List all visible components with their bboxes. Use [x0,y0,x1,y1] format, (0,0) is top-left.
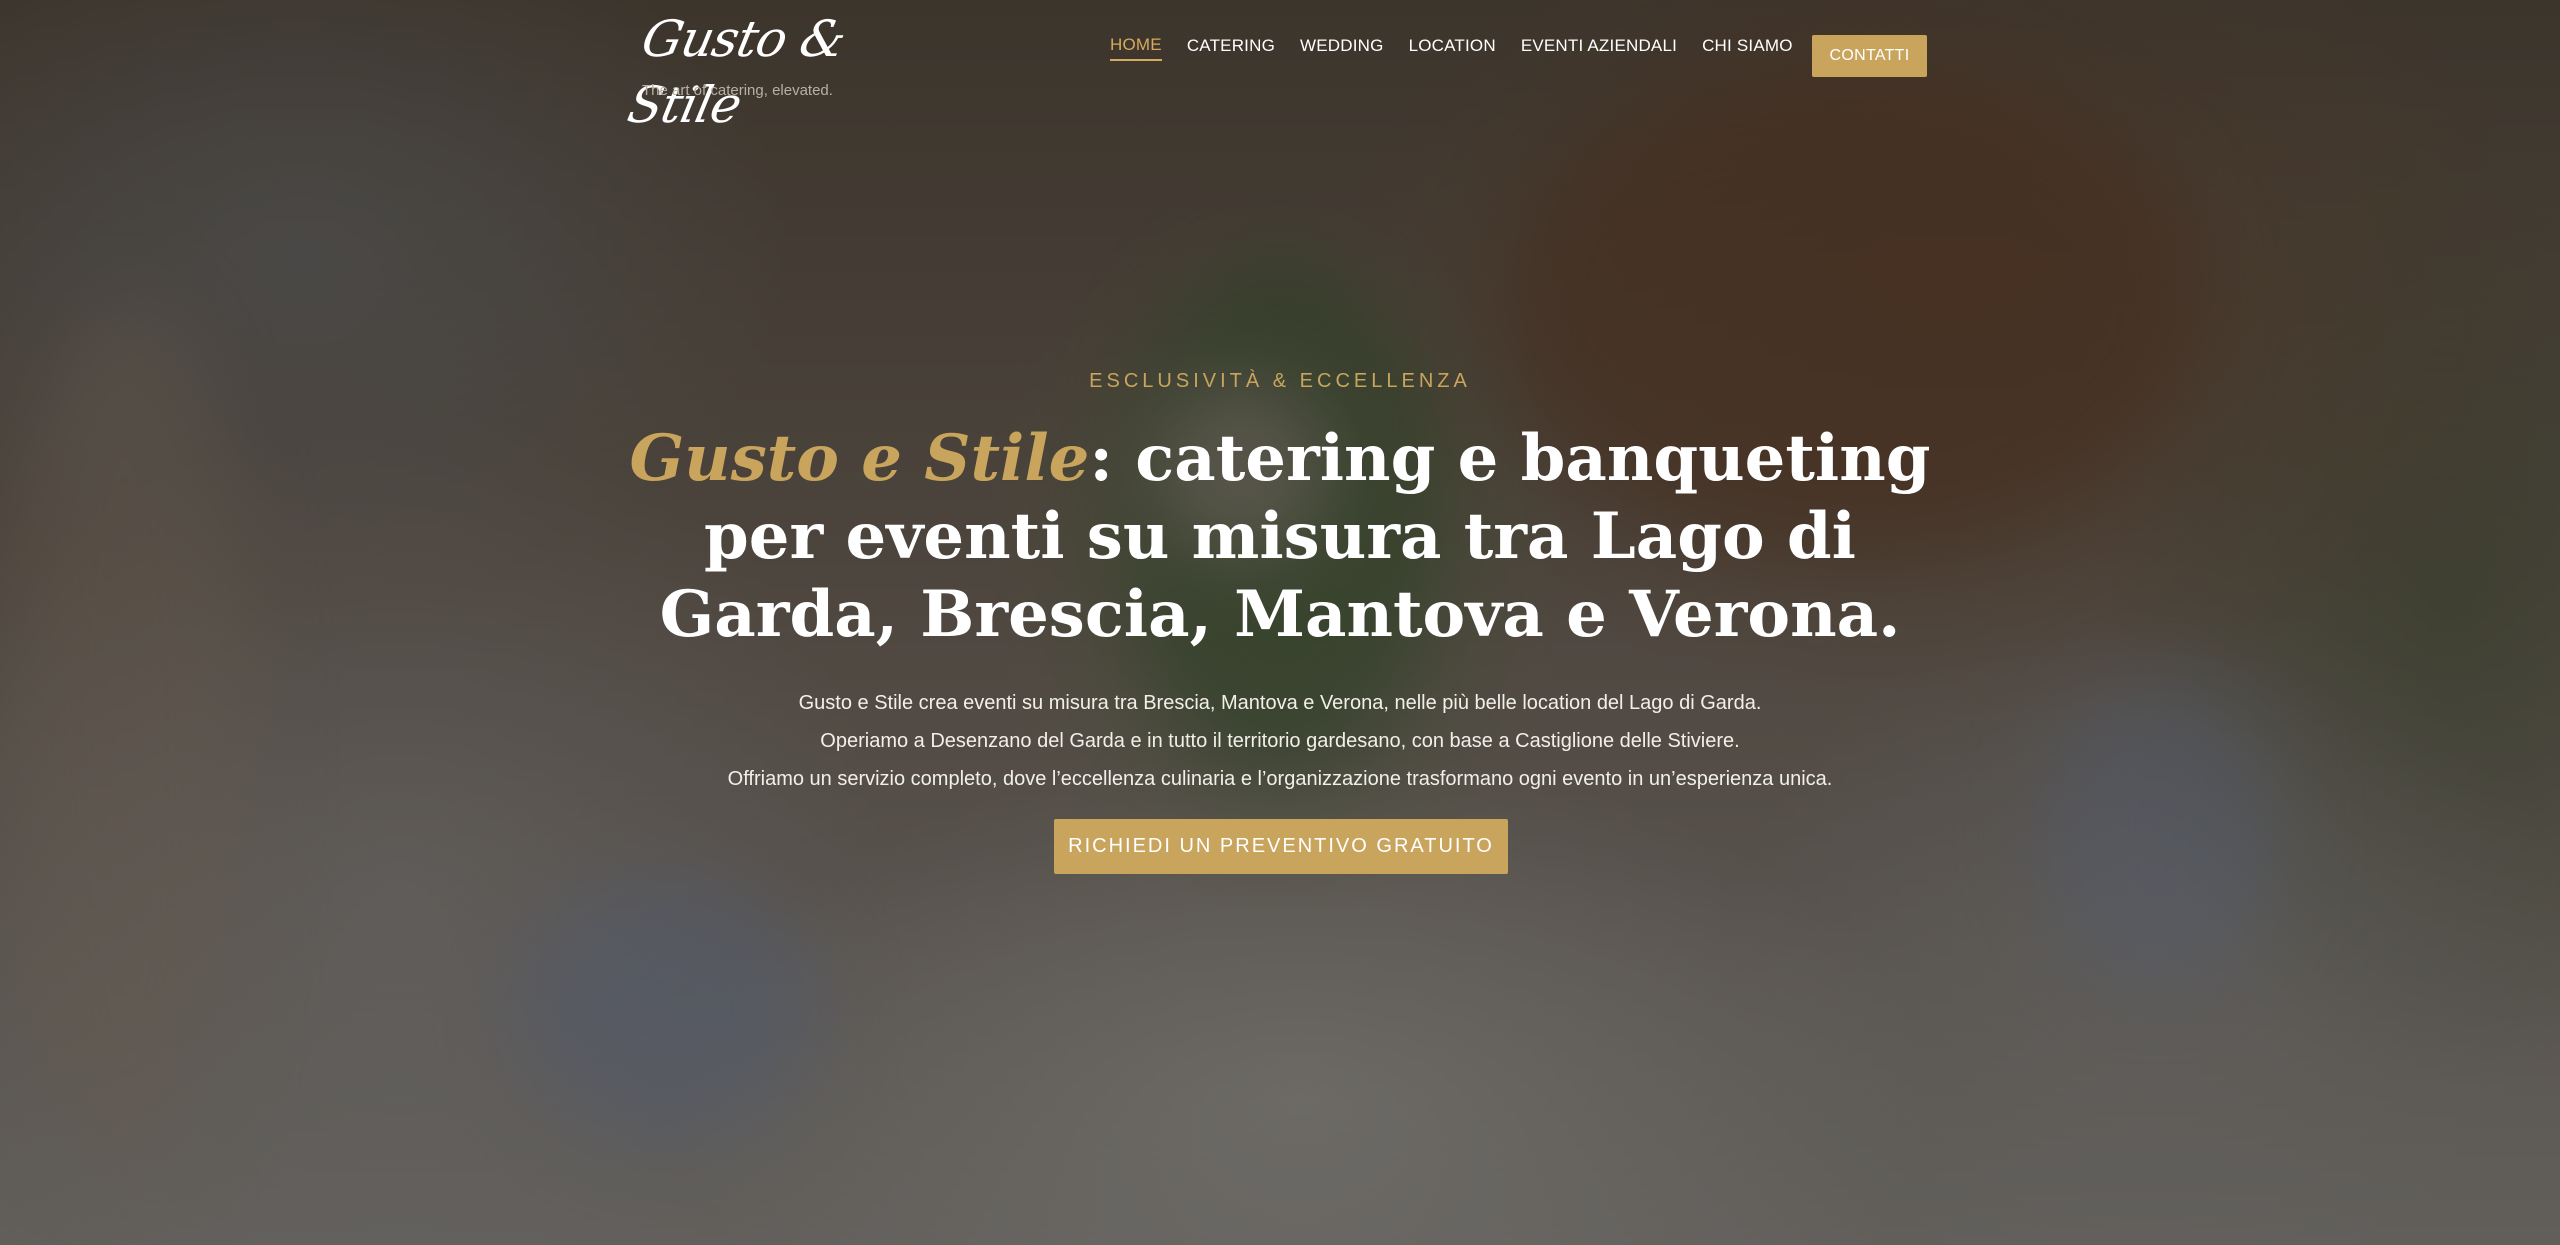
headline-brand: Gusto e Stile [629,421,1090,496]
hero-description: Gusto e Stile crea eventi su misura tra … [0,684,2560,798]
site-header: Gusto & Stile The art of catering, eleva… [0,0,2560,134]
nav-item-home[interactable]: HOME [1110,35,1162,61]
request-quote-button[interactable]: RICHIEDI UN PREVENTIVO GRATUITO [1054,819,1508,874]
logo-wordmark: Gusto & Stile [622,10,851,134]
hero-headline: Gusto e Stile: catering e banqueting per… [600,420,1960,654]
description-line: Offriamo un servizio completo, dove l’ec… [727,768,1833,790]
contatti-button[interactable]: CONTATTI [1812,35,1927,77]
nav-item-eventi-aziendali[interactable]: EVENTI AZIENDALI [1521,36,1677,60]
description-line: Gusto e Stile crea eventi su misura tra … [798,692,1762,714]
nav-item-wedding[interactable]: WEDDING [1300,36,1384,60]
hero-eyebrow: ESCLUSIVITÀ & ECCELLENZA [1089,370,1471,392]
main-nav: HOME CATERING WEDDING LOCATION EVENTI AZ… [1110,35,1818,61]
logo[interactable]: Gusto & Stile The art of catering, eleva… [623,6,876,138]
nav-item-location[interactable]: LOCATION [1409,36,1496,60]
nav-item-chi-siamo[interactable]: CHI SIAMO [1702,36,1793,60]
description-line: Operiamo a Desenzano del Garda e in tutt… [820,730,1740,752]
nav-item-catering[interactable]: CATERING [1187,36,1275,60]
logo-tagline: The art of catering, elevated. [642,82,833,99]
